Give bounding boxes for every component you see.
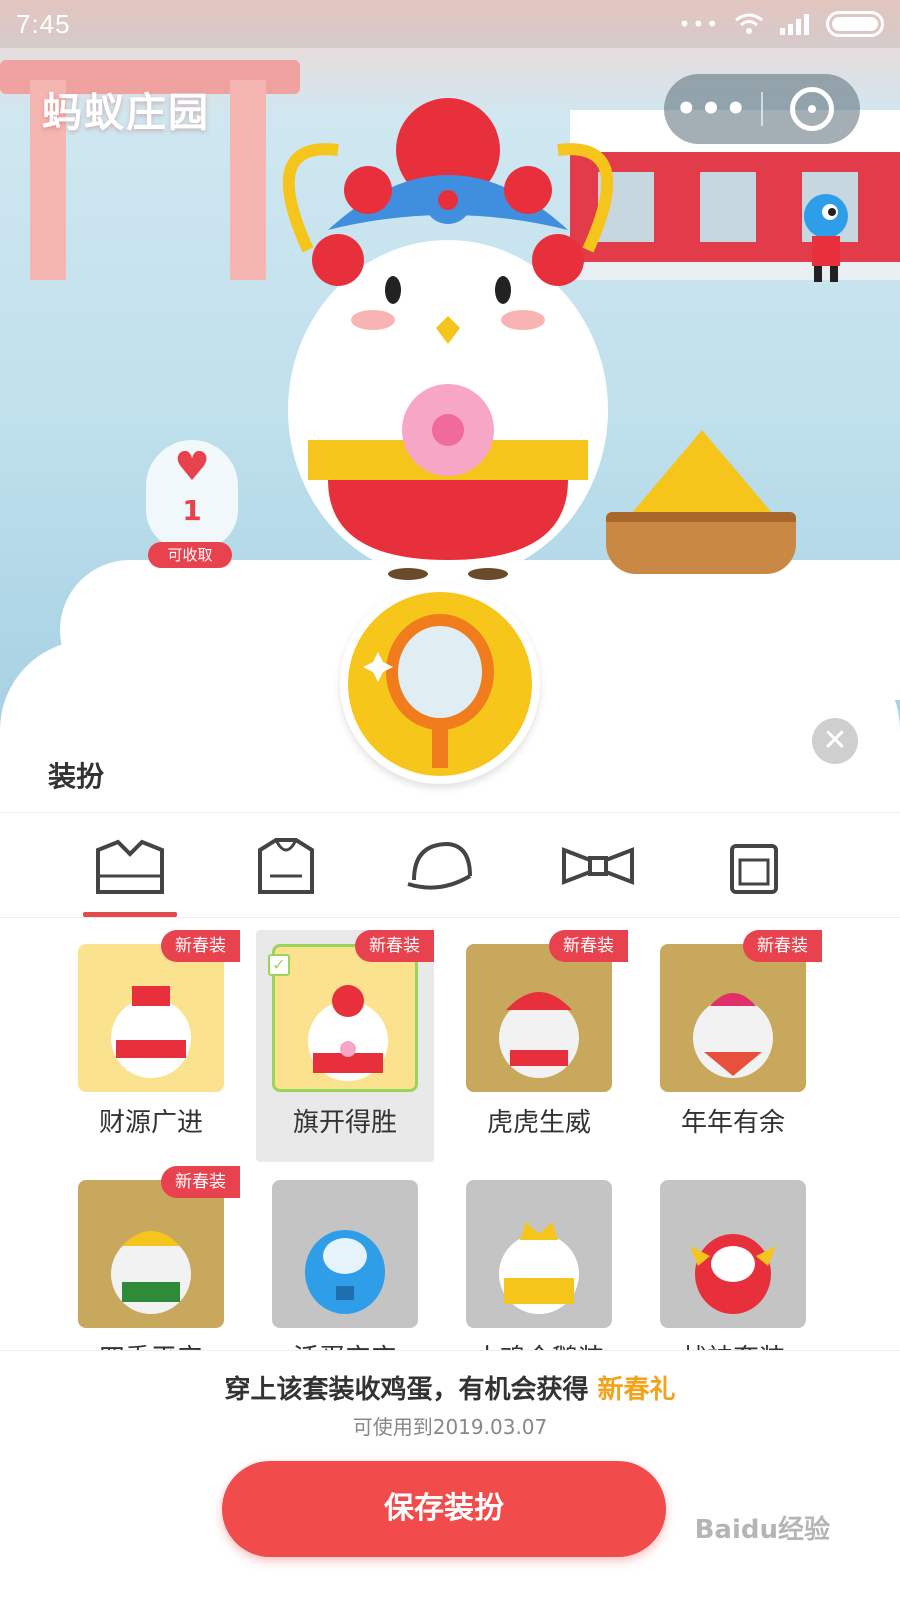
outfit-name: 四季平安	[62, 1338, 240, 1350]
baidu-watermark: Baidu经验	[694, 1515, 830, 1545]
app-title: 蚂蚁庄园	[42, 90, 210, 136]
status-icons: •••	[679, 11, 884, 37]
mini-program-capsule: •••	[664, 74, 860, 144]
outfit-item[interactable]: 小鸡企鹅装	[450, 1166, 628, 1350]
mirror-icon	[363, 614, 494, 768]
tab-bag[interactable]	[694, 813, 814, 919]
outfit-name: 年年有余	[680, 1108, 785, 1138]
hoodie-icon	[258, 838, 314, 894]
shirt-icon	[96, 839, 164, 894]
outfit-item[interactable]: 战神套装	[644, 1166, 822, 1350]
outfit-name: 活蛋宝宝	[256, 1338, 434, 1350]
outfit-item[interactable]: 新春装 财源广进	[62, 930, 240, 1162]
exit-button[interactable]	[763, 87, 860, 131]
chicken-character[interactable]	[268, 80, 628, 580]
outfit-name: 旗开得胜	[292, 1108, 397, 1138]
promo-message: 穿上该套装收鸡蛋，有机会获得	[224, 1375, 589, 1405]
new-spring-badge: 新春装	[549, 930, 628, 962]
outfit-thumbnail	[272, 944, 418, 1092]
battery-icon	[826, 11, 884, 37]
outfit-thumbnail	[466, 1180, 612, 1328]
panel-title: 装扮	[48, 760, 105, 793]
dress-up-panel: 装扮 ✕ 新春装 财源广进 ✓ 新春装 旗开得胜 新春装 虎虎生威 新春装 年年…	[0, 690, 900, 1600]
new-spring-badge: 新春装	[161, 1166, 240, 1198]
status-time: 7:45	[16, 8, 71, 39]
more-button[interactable]: •••	[664, 89, 761, 129]
new-spring-badge: 新春装	[743, 930, 822, 962]
promo-highlight: 新春礼	[597, 1375, 676, 1405]
outfit-grid: 新春装 财源广进 ✓ 新春装 旗开得胜 新春装 虎虎生威 新春装 年年有余 新春…	[0, 930, 900, 1350]
outfit-thumbnail	[660, 944, 806, 1092]
chicken-outfit-icon	[499, 992, 579, 1078]
chicken-outfit-icon	[111, 986, 191, 1078]
mirror-button[interactable]	[340, 584, 540, 784]
status-bar: 7:45 •••	[0, 0, 900, 48]
close-icon[interactable]: ✕	[812, 718, 858, 764]
wifi-icon	[735, 13, 763, 34]
signal-icon	[780, 14, 809, 35]
exit-icon	[789, 87, 834, 131]
promo-text: 穿上该套装收鸡蛋，有机会获得 新春礼	[0, 1369, 900, 1406]
bowtie-icon	[562, 847, 634, 885]
chicken-outfit-icon	[305, 1230, 385, 1314]
outfit-item[interactable]: 新春装 虎虎生威	[450, 930, 628, 1162]
outfit-item[interactable]: 新春装 四季平安	[62, 1166, 240, 1350]
chicken-outfit-icon	[690, 1234, 776, 1314]
category-tabs	[0, 812, 900, 918]
outfit-thumbnail	[466, 944, 612, 1092]
save-outfit-button[interactable]: 保存装扮	[222, 1461, 666, 1557]
outfit-name: 虎虎生威	[486, 1108, 591, 1138]
outfit-thumbnail	[272, 1180, 418, 1328]
outfit-item-selected[interactable]: ✓ 新春装 旗开得胜	[256, 930, 434, 1162]
check-icon: ✓	[268, 954, 290, 976]
collect-tag[interactable]: 可收取	[148, 542, 232, 568]
outfit-thumbnail	[660, 1180, 806, 1328]
tab-accessory[interactable]	[538, 813, 658, 919]
bag-icon	[730, 844, 778, 894]
active-tab-indicator	[83, 912, 177, 917]
cap-icon	[407, 841, 472, 890]
new-spring-badge: 新春装	[355, 930, 434, 962]
heart-count: 1	[182, 494, 202, 527]
heart-icon: ♥	[174, 444, 210, 490]
outfit-name: 小鸡企鹅装	[450, 1338, 628, 1350]
feed-basket[interactable]	[606, 430, 796, 580]
outfit-name: 财源广进	[98, 1108, 203, 1138]
save-bar: 穿上该套装收鸡蛋，有机会获得 新春礼 可使用到2019.03.07 保存装扮 B…	[0, 1350, 900, 1600]
tab-shirt[interactable]	[70, 813, 190, 919]
new-spring-badge: 新春装	[161, 930, 240, 962]
outfit-name: 战神套装	[644, 1338, 822, 1350]
notification-dots-icon: •••	[678, 12, 720, 36]
chicken-outfit-icon	[308, 985, 388, 1081]
ant-mascot	[804, 194, 848, 282]
valid-until: 可使用到2019.03.07	[352, 1415, 548, 1439]
outfit-item[interactable]: 活蛋宝宝	[256, 1166, 434, 1350]
outfit-item[interactable]: 新春装 年年有余	[644, 930, 822, 1162]
tab-hoodie[interactable]	[226, 813, 346, 919]
chicken-outfit-icon	[693, 993, 773, 1078]
outfit-thumbnail	[78, 944, 224, 1092]
gate-decoration	[0, 40, 300, 280]
outfit-thumbnail	[78, 1180, 224, 1328]
chicken-outfit-icon	[499, 1222, 579, 1314]
tab-hat[interactable]	[382, 813, 502, 919]
heart-bubble[interactable]: ♥ 1	[146, 440, 238, 550]
chicken-outfit-icon	[111, 1231, 191, 1314]
